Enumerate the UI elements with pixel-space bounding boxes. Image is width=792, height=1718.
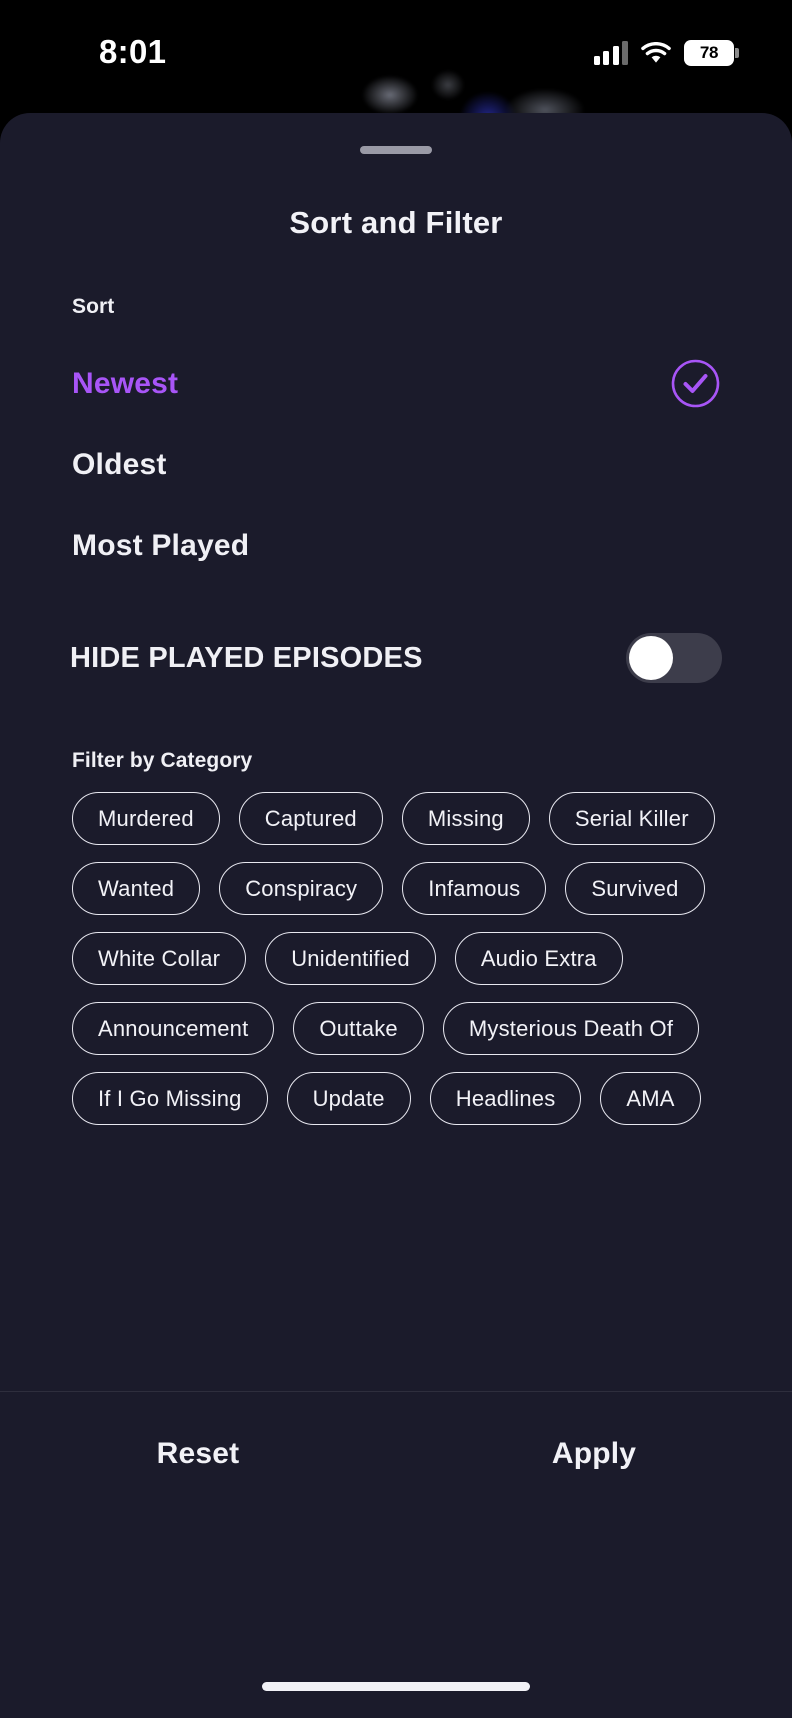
status-bar-time: 8:01 [99,33,167,70]
sort-option-label: Newest [72,366,179,400]
sort-options-list: Newest Oldest Most Played [0,343,792,586]
category-chip[interactable]: Missing [401,792,530,845]
phone-screen: 8:01 78 Sort and Filter Sort Newest Olde… [0,0,792,1718]
reset-button[interactable]: Reset [0,1437,396,1471]
hide-played-episodes-toggle[interactable] [626,633,722,683]
sort-option-newest[interactable]: Newest [0,343,792,424]
category-chip[interactable]: Murdered [72,792,220,845]
wifi-icon [641,41,671,65]
category-chip[interactable]: If I Go Missing [72,1072,268,1125]
category-chip[interactable]: White Collar [72,932,247,985]
battery-level: 78 [699,43,719,62]
toggle-knob [629,636,673,680]
sheet-footer: Reset Apply [0,1391,792,1718]
sheet-drag-handle[interactable] [360,146,432,154]
category-chip-list: Murdered Captured Missing Serial Killer Want… [72,792,732,1125]
category-chip[interactable]: Headlines [429,1072,582,1125]
category-chip[interactable]: Unidentified [265,932,436,985]
sort-and-filter-sheet: Sort and Filter Sort Newest Oldest Most … [0,113,792,1718]
category-chip[interactable]: Announcement [72,1002,275,1055]
category-chip[interactable]: Captured [238,792,383,845]
category-chip[interactable]: Serial Killer [548,792,715,845]
category-chip[interactable]: Conspiracy [219,862,384,915]
category-chip[interactable]: Update [286,1072,411,1125]
status-bar: 8:01 78 [0,0,792,110]
hide-played-episodes-row[interactable]: HIDE PLAYED EPISODES [0,613,792,703]
sort-option-most-played[interactable]: Most Played [0,505,792,586]
cellular-bars-icon [593,41,628,65]
filter-by-category-label: Filter by Category [72,749,253,772]
category-chip[interactable]: Wanted [72,862,201,915]
sort-option-label: Oldest [72,447,167,481]
status-bar-indicators: 78 [593,40,739,66]
category-chip[interactable]: Survived [565,862,705,915]
category-chip[interactable]: Mysterious Death Of [442,1002,700,1055]
battery-icon: 78 [684,40,739,66]
check-circle-icon [671,359,720,408]
category-chip[interactable]: AMA [600,1072,701,1125]
sort-option-oldest[interactable]: Oldest [0,424,792,505]
hide-played-episodes-label: HIDE PLAYED EPISODES [70,641,423,674]
sort-section-label: Sort [72,295,115,318]
sheet-title: Sort and Filter [289,205,503,240]
category-chip[interactable]: Infamous [402,862,547,915]
category-chip[interactable]: Outtake [293,1002,424,1055]
home-indicator[interactable] [262,1682,530,1691]
apply-button[interactable]: Apply [396,1437,792,1471]
sort-option-label: Most Played [72,528,250,562]
footer-actions: Reset Apply [0,1392,792,1516]
category-chip[interactable]: Audio Extra [454,932,623,985]
